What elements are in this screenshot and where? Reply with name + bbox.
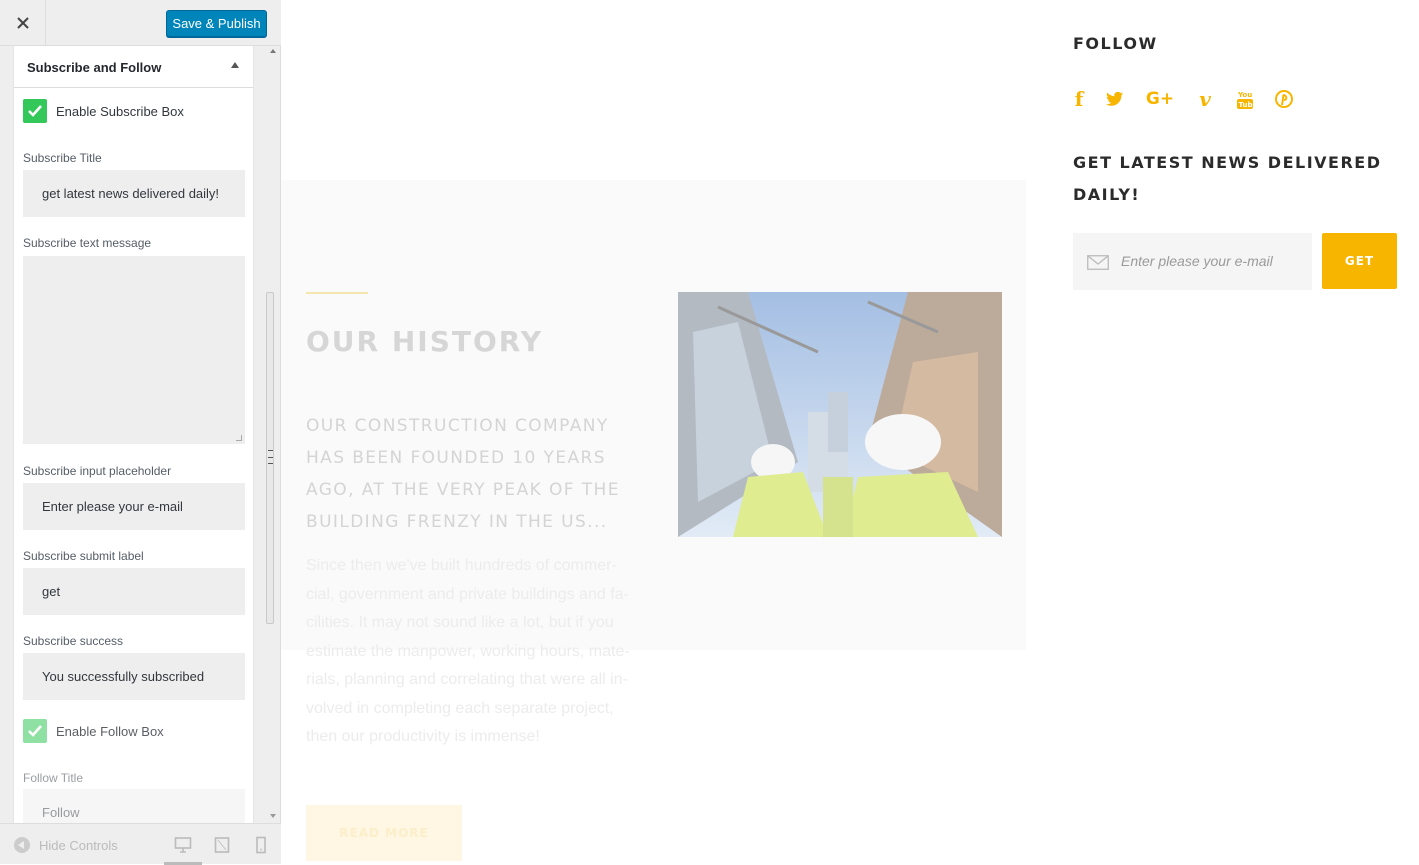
subscribe-submit-label: Subscribe submit label: [23, 549, 144, 563]
mobile-icon[interactable]: [252, 836, 270, 854]
subscribe-placeholder-input[interactable]: Enter please your e-mail: [23, 483, 245, 530]
resize-handle-icon[interactable]: [236, 435, 242, 441]
subscribe-widget-title: GET LATEST NEWS DELIVERED DAILY!: [1073, 153, 1382, 204]
svg-text:You: You: [1237, 91, 1252, 99]
close-customizer-button[interactable]: [0, 0, 46, 46]
customizer-header: Save & Publish: [0, 0, 281, 46]
enable-subscribe-checkbox[interactable]: [23, 99, 47, 123]
section-title: Subscribe and Follow: [27, 60, 162, 75]
scroll-down-arrow-icon[interactable]: [270, 814, 276, 818]
enable-follow-checkbox[interactable]: [23, 719, 47, 743]
subscribe-email-input[interactable]: Enter please your e-mail: [1073, 233, 1312, 290]
history-body: Since then we've built hundreds of comme…: [306, 557, 630, 745]
get-subscribe-button[interactable]: GET: [1322, 233, 1397, 289]
subscribe-text-label: Subscribe text message: [23, 236, 152, 250]
customizer-section-panel: Subscribe and Follow Enable Subscribe Bo…: [13, 46, 254, 823]
subscribe-title-label: Subscribe Title: [23, 151, 102, 165]
save-publish-button[interactable]: Save & Publish: [166, 10, 267, 37]
follow-title-label: Follow Title: [23, 771, 84, 785]
sidebar-resize-handle-icon[interactable]: [268, 450, 273, 464]
subscribe-title-input[interactable]: get latest news delivered daily!: [23, 170, 245, 217]
tablet-icon[interactable]: [213, 836, 231, 854]
checkmark-icon: [28, 725, 42, 737]
checkmark-icon: [28, 105, 42, 117]
scroll-up-arrow-icon[interactable]: [270, 49, 276, 53]
close-icon: [16, 13, 29, 34]
subscribe-submit-input[interactable]: get: [23, 568, 245, 615]
desktop-icon[interactable]: [174, 836, 192, 854]
subscribe-input-placeholder: Enter please your e-mail: [1121, 253, 1273, 269]
construction-workers-image: [678, 292, 1002, 537]
enable-follow-label: Enable Follow Box: [56, 724, 164, 739]
hide-controls-button[interactable]: Hide Controls: [14, 837, 118, 853]
customizer-sidebar: Save & Publish Subscribe and Follow Enab…: [0, 0, 281, 865]
collapse-arrow-icon[interactable]: [231, 62, 239, 68]
collapse-sidebar-icon: [14, 837, 30, 853]
svg-text:Tube: Tube: [1239, 101, 1254, 109]
google-plus-icon[interactable]: G+: [1146, 88, 1174, 110]
read-more-button[interactable]: READ MORE: [306, 805, 462, 861]
enable-subscribe-label: Enable Subscribe Box: [56, 104, 184, 119]
vimeo-icon[interactable]: v: [1195, 87, 1215, 111]
hide-controls-label: Hide Controls: [39, 837, 118, 853]
site-preview: OUR HISTORY OUR CONSTRUCTION COMPANY HAS…: [281, 0, 1419, 864]
subscribe-success-input[interactable]: You successfully subscribed: [23, 653, 245, 700]
customizer-footer: Hide Controls: [0, 823, 281, 865]
subscribe-placeholder-label: Subscribe input placeholder: [23, 464, 172, 478]
follow-title: FOLLOW: [1073, 34, 1158, 53]
history-title: OUR HISTORY: [306, 325, 544, 358]
section-header[interactable]: Subscribe and Follow: [14, 46, 253, 88]
history-accent-line: [306, 292, 368, 294]
pinterest-icon[interactable]: [1275, 88, 1293, 110]
mail-icon: [1087, 255, 1109, 275]
subscribe-success-label: Subscribe success: [23, 634, 124, 648]
subscribe-text-textarea[interactable]: [23, 256, 245, 444]
facebook-icon[interactable]: f: [1073, 87, 1085, 111]
twitter-icon[interactable]: [1105, 88, 1125, 110]
history-lead: OUR CONSTRUCTION COMPANY HAS BEEN FOUNDE…: [306, 416, 620, 532]
youtube-icon[interactable]: You Tube: [1237, 88, 1253, 110]
follow-title-input[interactable]: Follow: [23, 789, 245, 823]
